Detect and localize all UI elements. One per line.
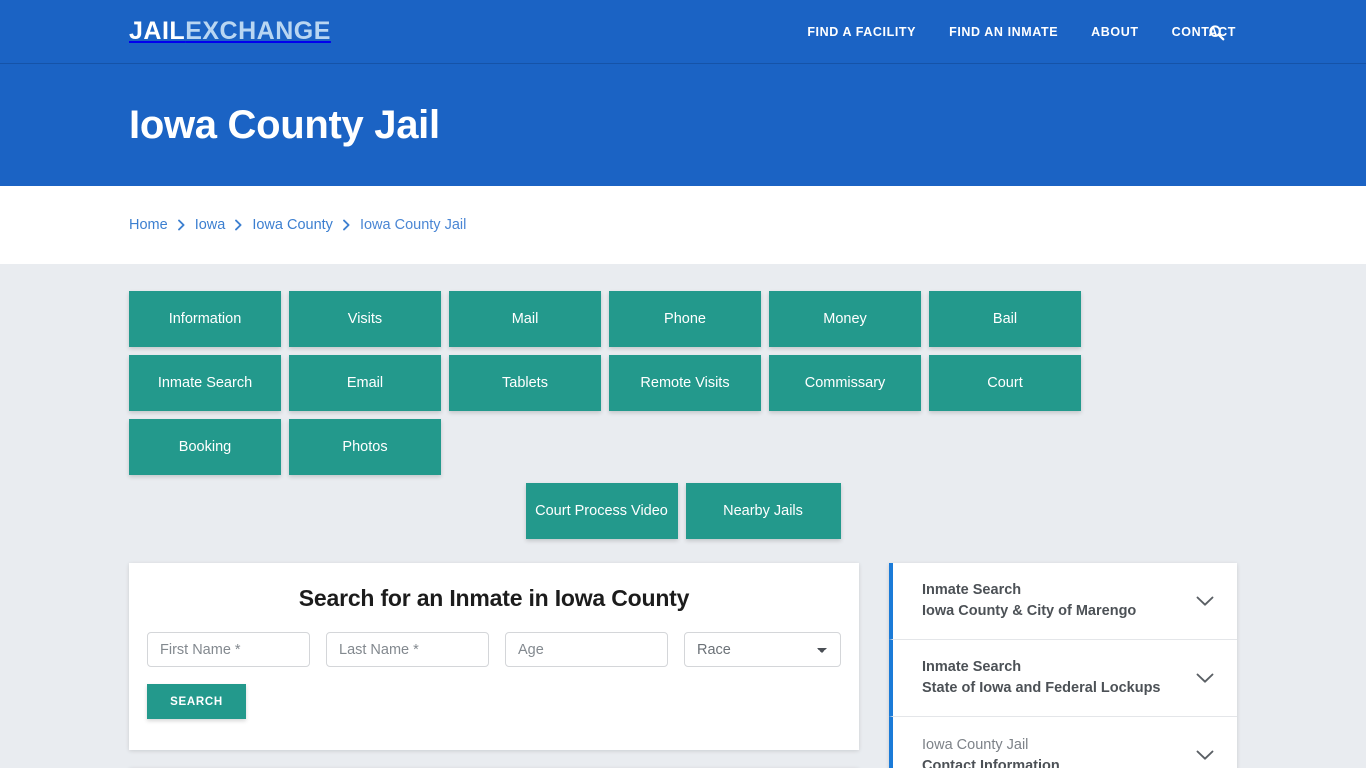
search-icon[interactable] bbox=[1205, 21, 1227, 43]
sidebar-item-line2: Contact Information bbox=[922, 757, 1060, 768]
logo-text-primary: JAIL bbox=[129, 17, 186, 45]
page-body: Information Visits Mail Phone Money Bail… bbox=[0, 264, 1366, 768]
facility-section-buttons-row3: Court Process Video Nearby Jails bbox=[129, 483, 1237, 539]
section-button-visits[interactable]: Visits bbox=[289, 291, 441, 347]
main-navigation: FIND A FACILITY FIND AN INMATE ABOUT CON… bbox=[807, 0, 1236, 64]
race-select[interactable]: Race bbox=[684, 632, 841, 667]
chevron-down-icon bbox=[1195, 591, 1215, 611]
sidebar-item-text: Inmate Search Iowa County & City of Mare… bbox=[922, 580, 1136, 621]
site-header: JAILEXCHANGE FIND A FACILITY FIND AN INM… bbox=[0, 0, 1366, 64]
sidebar-column: Inmate Search Iowa County & City of Mare… bbox=[889, 563, 1237, 768]
facility-section-buttons: Information Visits Mail Phone Money Bail… bbox=[129, 291, 1237, 475]
first-name-input[interactable] bbox=[147, 632, 310, 667]
sidebar-accordion: Inmate Search Iowa County & City of Mare… bbox=[889, 563, 1237, 768]
chevron-down-icon bbox=[1195, 746, 1215, 766]
section-button-photos[interactable]: Photos bbox=[289, 419, 441, 475]
breadcrumb-item-current: Iowa County Jail bbox=[359, 217, 467, 233]
search-button[interactable]: SEARCH bbox=[147, 684, 246, 719]
content-columns: Search for an Inmate in Iowa County Race… bbox=[129, 563, 1237, 768]
section-button-nearby-jails[interactable]: Nearby Jails bbox=[685, 483, 841, 539]
section-button-information[interactable]: Information bbox=[129, 291, 281, 347]
page-title: Iowa County Jail bbox=[129, 103, 440, 147]
nav-item-find-an-inmate[interactable]: FIND AN INMATE bbox=[949, 25, 1058, 39]
sidebar-item-line2: Iowa County & City of Marengo bbox=[922, 603, 1137, 619]
sidebar-item-line1: Iowa County Jail bbox=[922, 736, 1029, 753]
section-button-commissary[interactable]: Commissary bbox=[769, 355, 921, 411]
section-button-mail[interactable]: Mail bbox=[449, 291, 601, 347]
sidebar-item-inmate-search-state[interactable]: Inmate Search State of Iowa and Federal … bbox=[889, 640, 1237, 717]
chevron-right-icon bbox=[342, 219, 351, 231]
logo-text-secondary: EXCHANGE bbox=[185, 17, 331, 45]
section-button-phone[interactable]: Phone bbox=[609, 291, 761, 347]
breadcrumb-bar: Home Iowa Iowa County Iowa County Jail bbox=[0, 186, 1366, 264]
section-button-remote-visits[interactable]: Remote Visits bbox=[609, 355, 761, 411]
section-button-inmate-search[interactable]: Inmate Search bbox=[129, 355, 281, 411]
sidebar-item-text: Inmate Search State of Iowa and Federal … bbox=[922, 657, 1161, 698]
section-button-booking[interactable]: Booking bbox=[129, 419, 281, 475]
sidebar-item-contact-information[interactable]: Iowa County Jail Contact Information bbox=[889, 717, 1237, 768]
section-button-bail[interactable]: Bail bbox=[929, 291, 1081, 347]
chevron-right-icon bbox=[177, 219, 186, 231]
breadcrumb-item-home[interactable]: Home bbox=[129, 217, 168, 233]
section-button-court-process-video[interactable]: Court Process Video bbox=[525, 483, 678, 539]
inmate-search-heading: Search for an Inmate in Iowa County bbox=[298, 585, 690, 611]
sidebar-item-text: Iowa County Jail Contact Information bbox=[922, 735, 1060, 768]
sidebar-item-line1: Inmate Search bbox=[922, 659, 1022, 676]
breadcrumb-item-iowa[interactable]: Iowa bbox=[195, 217, 226, 233]
section-button-email[interactable]: Email bbox=[289, 355, 441, 411]
age-input[interactable] bbox=[505, 632, 668, 667]
sidebar-item-inmate-search-county[interactable]: Inmate Search Iowa County & City of Mare… bbox=[889, 563, 1237, 640]
main-column: Search for an Inmate in Iowa County Race… bbox=[129, 563, 859, 768]
section-button-court[interactable]: Court bbox=[929, 355, 1081, 411]
breadcrumb: Home Iowa Iowa County Iowa County Jail bbox=[129, 217, 466, 233]
nav-item-about[interactable]: ABOUT bbox=[1091, 25, 1138, 39]
chevron-down-icon bbox=[1195, 668, 1215, 688]
hero-banner: Iowa County Jail bbox=[0, 64, 1366, 186]
site-logo[interactable]: JAILEXCHANGE bbox=[129, 19, 331, 44]
inmate-search-fields: Race bbox=[147, 632, 841, 667]
last-name-input[interactable] bbox=[326, 632, 489, 667]
breadcrumb-item-iowa-county[interactable]: Iowa County bbox=[252, 217, 333, 233]
section-button-tablets[interactable]: Tablets bbox=[449, 355, 601, 411]
sidebar-item-line1: Inmate Search bbox=[922, 582, 1022, 599]
chevron-right-icon bbox=[234, 219, 243, 231]
nav-item-find-a-facility[interactable]: FIND A FACILITY bbox=[807, 25, 916, 39]
sidebar-item-line2: State of Iowa and Federal Lockups bbox=[922, 680, 1161, 696]
inmate-search-card: Search for an Inmate in Iowa County Race… bbox=[129, 563, 859, 750]
section-button-money[interactable]: Money bbox=[769, 291, 921, 347]
